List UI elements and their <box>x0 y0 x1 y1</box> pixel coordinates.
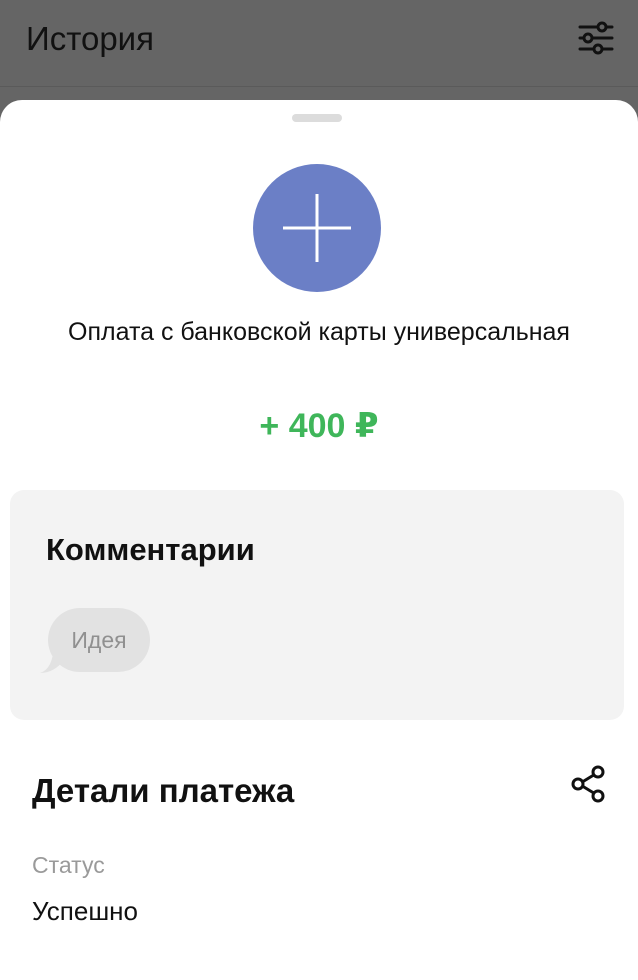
transaction-title: Оплата с банковской карты универсальная <box>68 318 570 346</box>
filter-button[interactable] <box>574 18 618 58</box>
transaction-avatar <box>253 164 381 292</box>
plus-icon <box>283 194 351 262</box>
status-value: Успешно <box>32 896 138 926</box>
payment-details-title: Детали платежа <box>32 772 295 809</box>
comment-placeholder: Идея <box>71 627 127 653</box>
transaction-amount: + 400 ₽ <box>259 407 379 445</box>
share-button[interactable] <box>568 764 608 804</box>
comments-title: Комментарии <box>46 532 255 567</box>
top-app-bar: История <box>0 0 638 87</box>
status-label: Статус <box>32 852 105 878</box>
transaction-bottom-sheet: Оплата с банковской карты универсальная … <box>0 100 638 980</box>
comment-input[interactable]: Идея <box>48 608 150 672</box>
page-title: История <box>26 20 154 57</box>
sliders-icon <box>578 21 614 55</box>
comments-card: Комментарии Идея <box>10 490 624 720</box>
drag-handle[interactable] <box>292 114 342 122</box>
share-icon <box>571 765 605 803</box>
comment-bubble[interactable]: Идея <box>38 608 168 674</box>
